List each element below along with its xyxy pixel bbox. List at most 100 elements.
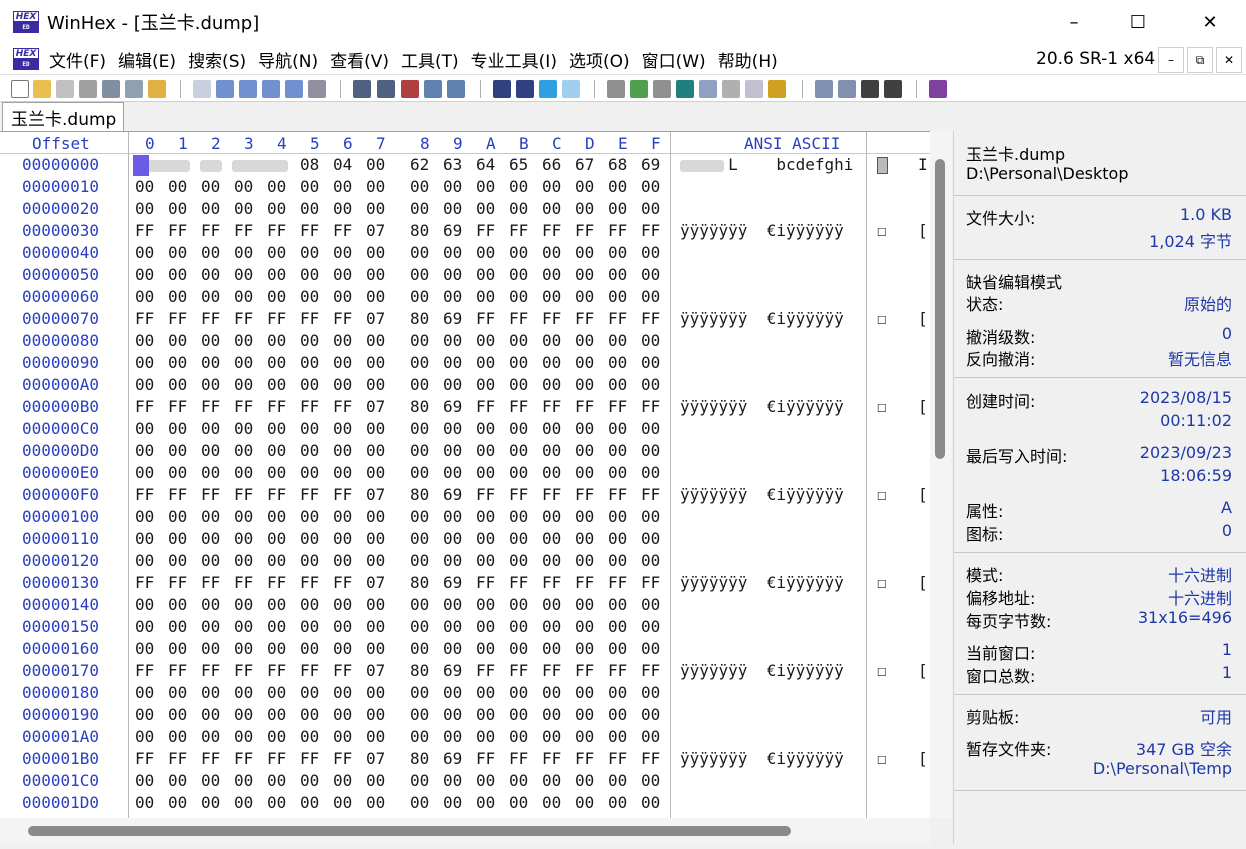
hex-byte[interactable]: 00 — [641, 287, 660, 306]
settings-gear-icon[interactable] — [768, 80, 786, 98]
hex-byte[interactable]: FF — [300, 309, 319, 328]
hex-byte[interactable]: 00 — [476, 353, 495, 372]
hex-byte[interactable]: 00 — [366, 353, 385, 372]
hex-byte[interactable]: FF — [135, 749, 154, 768]
hex-byte[interactable]: 00 — [608, 287, 627, 306]
horizontal-scroll-thumb[interactable] — [28, 826, 791, 836]
hex-byte[interactable]: 00 — [366, 705, 385, 724]
hex-byte[interactable]: 00 — [542, 177, 561, 196]
hex-byte[interactable]: FF — [608, 221, 627, 240]
hex-byte[interactable]: FF — [542, 573, 561, 592]
hex-byte[interactable]: 00 — [135, 375, 154, 394]
hex-byte[interactable]: FF — [201, 661, 220, 680]
hex-row[interactable]: 00000050 00 00 00 00 00 00 00 00 00 00 00 00 00 00 00 00 — [0, 265, 930, 287]
menu-specialist-tools[interactable]: 专业工具(I) — [471, 47, 569, 72]
hex-byte[interactable]: FF — [267, 661, 286, 680]
hex-byte[interactable]: 00 — [333, 705, 352, 724]
hex-byte[interactable]: 00 — [641, 793, 660, 812]
hex-byte[interactable]: 00 — [542, 793, 561, 812]
hex-byte[interactable]: 00 — [641, 705, 660, 724]
export-icon[interactable] — [148, 80, 166, 98]
hex-byte[interactable]: 00 — [509, 265, 528, 284]
hex-byte[interactable]: FF — [333, 221, 352, 240]
hex-byte[interactable]: 00 — [575, 353, 594, 372]
hex-byte[interactable]: 00 — [366, 727, 385, 746]
hex-byte[interactable]: 00 — [443, 705, 462, 724]
hex-byte[interactable]: 00 — [641, 331, 660, 350]
hex-byte[interactable]: FF — [542, 221, 561, 240]
minimize-button[interactable]: – — [1044, 0, 1104, 44]
hex-byte[interactable]: 00 — [267, 551, 286, 570]
hex-byte[interactable]: FF — [476, 573, 495, 592]
hex-byte[interactable]: FF — [168, 661, 187, 680]
hex-byte[interactable]: 00 — [168, 551, 187, 570]
hex-byte[interactable]: 00 — [300, 617, 319, 636]
hex-byte[interactable]: FF — [608, 397, 627, 416]
hex-byte[interactable]: FF — [267, 749, 286, 768]
hex-byte[interactable]: 00 — [201, 419, 220, 438]
hex-byte[interactable]: 00 — [234, 331, 253, 350]
hex-byte[interactable]: 00 — [333, 595, 352, 614]
hex-byte[interactable]: 07 — [366, 397, 385, 416]
hex-byte[interactable]: 00 — [608, 771, 627, 790]
hex-byte[interactable]: 00 — [234, 727, 253, 746]
hex-byte[interactable]: 80 — [410, 221, 429, 240]
hex-byte[interactable]: 08 — [300, 155, 319, 174]
hex-byte[interactable]: 00 — [135, 419, 154, 438]
hex-row[interactable]: 00000150 00 00 00 00 00 00 00 00 00 00 00 00 00 00 00 00 — [0, 617, 930, 639]
hex-byte[interactable]: 00 — [542, 595, 561, 614]
hex-byte[interactable]: FF — [135, 397, 154, 416]
hex-byte[interactable]: 00 — [366, 265, 385, 284]
hex-byte[interactable]: 00 — [542, 375, 561, 394]
ram-editor-icon[interactable] — [676, 80, 694, 98]
hex-byte[interactable]: 69 — [443, 397, 462, 416]
hex-byte[interactable]: 00 — [168, 419, 187, 438]
hex-byte[interactable]: 00 — [300, 441, 319, 460]
hex-byte[interactable]: FF — [509, 485, 528, 504]
find-hex-icon[interactable] — [377, 80, 395, 98]
help-book-icon[interactable] — [929, 80, 947, 98]
hex-byte[interactable]: 00 — [168, 771, 187, 790]
hex-byte[interactable]: 00 — [300, 199, 319, 218]
hex-byte[interactable]: 00 — [410, 287, 429, 306]
disk-tools-icon[interactable] — [653, 80, 671, 98]
hex-row[interactable]: 00000090 00 00 00 00 00 00 00 00 00 00 00 00 00 00 00 00 — [0, 353, 930, 375]
hex-byte[interactable]: 00 — [135, 595, 154, 614]
hex-byte[interactable]: 00 — [135, 353, 154, 372]
hex-byte[interactable]: 00 — [575, 199, 594, 218]
hex-byte[interactable]: 00 — [366, 331, 385, 350]
hex-byte[interactable]: 00 — [476, 529, 495, 548]
hex-byte[interactable]: FF — [641, 397, 660, 416]
hex-byte[interactable]: 00 — [410, 199, 429, 218]
hex-byte[interactable]: FF — [234, 397, 253, 416]
hex-byte[interactable]: FF — [201, 397, 220, 416]
hex-byte[interactable]: 00 — [542, 771, 561, 790]
hex-byte[interactable]: FF — [168, 573, 187, 592]
hex-row[interactable]: 000000C0 00 00 00 00 00 00 00 00 00 00 00 00 00 00 00 00 — [0, 419, 930, 441]
hex-byte[interactable]: 00 — [333, 177, 352, 196]
hex-row[interactable]: 00000140 00 00 00 00 00 00 00 00 00 00 00 00 00 00 00 00 — [0, 595, 930, 617]
hex-byte[interactable]: FF — [509, 749, 528, 768]
menu-view[interactable]: 查看(V) — [330, 47, 401, 72]
hex-byte[interactable]: 00 — [234, 617, 253, 636]
hex-byte[interactable]: 00 — [267, 793, 286, 812]
hex-byte[interactable]: 00 — [509, 463, 528, 482]
hex-byte[interactable]: 80 — [410, 397, 429, 416]
hex-row[interactable]: 00000010 00 00 00 00 00 00 00 00 00 00 00 00 00 00 00 00 — [0, 177, 930, 199]
hex-byte[interactable]: FF — [135, 221, 154, 240]
hex-editor[interactable]: Offset 0123456789ABCDEF ANSI ASCII 00000… — [0, 131, 930, 818]
menu-search[interactable]: 搜索(S) — [188, 47, 258, 72]
hex-row[interactable]: 00000110 00 00 00 00 00 00 00 00 00 00 00 00 00 00 00 00 — [0, 529, 930, 551]
hex-byte[interactable]: 00 — [476, 463, 495, 482]
hex-byte[interactable]: 00 — [234, 199, 253, 218]
hex-byte[interactable]: FF — [234, 661, 253, 680]
hex-byte[interactable]: 00 — [168, 683, 187, 702]
hex-byte[interactable]: 00 — [509, 793, 528, 812]
hex-byte[interactable]: 00 — [509, 529, 528, 548]
hex-byte[interactable]: 00 — [201, 639, 220, 658]
hex-byte[interactable]: 00 — [201, 683, 220, 702]
hex-byte[interactable]: 00 — [476, 243, 495, 262]
hex-byte[interactable]: 00 — [608, 463, 627, 482]
hex-byte[interactable]: 00 — [575, 595, 594, 614]
hex-byte[interactable]: 00 — [542, 705, 561, 724]
